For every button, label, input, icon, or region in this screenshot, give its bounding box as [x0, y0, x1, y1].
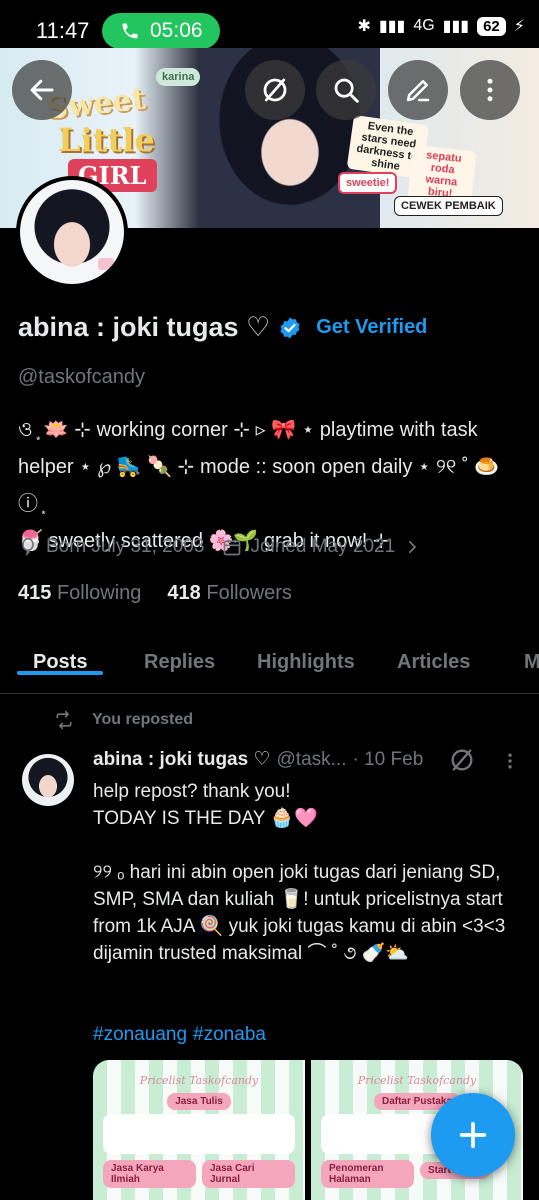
- joined-date: Joined May 2021: [250, 536, 396, 557]
- get-verified-link[interactable]: Get Verified: [316, 316, 427, 339]
- battery-level: 62: [477, 16, 506, 36]
- balloon-icon: [22, 537, 34, 556]
- media-image-1[interactable]: Pricelist Taskofcandy Jasa Tulis Jasa Ka…: [93, 1060, 305, 1200]
- joined-info[interactable]: Joined May 2021: [222, 536, 421, 558]
- back-button[interactable]: [12, 60, 72, 120]
- post-more-icon[interactable]: [500, 748, 520, 774]
- avatar-image: [20, 180, 124, 284]
- hashtag-link[interactable]: #zonauang: [93, 1024, 187, 1046]
- tab-articles[interactable]: Articles: [397, 640, 470, 674]
- search-button[interactable]: [316, 60, 376, 120]
- call-timer: 05:06: [150, 19, 203, 42]
- media-tag: Jasa Tulis: [167, 1093, 231, 1110]
- followers-label: Followers: [206, 582, 292, 604]
- compose-post-button[interactable]: [431, 1093, 515, 1177]
- network-type: 4G: [413, 17, 435, 34]
- bio-line: helper ⋆ ℘ 🛼 🍡 ⊹ mode :: soon open daily…: [18, 456, 500, 515]
- plus-icon: [459, 1121, 487, 1149]
- tab-replies[interactable]: Replies: [144, 640, 215, 674]
- following-label: Following: [56, 582, 142, 604]
- profile-handle: @taskofcandy: [18, 366, 146, 388]
- status-icons: ✱ ▮▮▮ 4G ▮▮▮ 62 ⚡: [357, 16, 525, 36]
- hashtag-link[interactable]: #zonaba: [193, 1024, 266, 1046]
- verified-badge-icon[interactable]: [278, 316, 302, 340]
- tab-media[interactable]: M: [524, 640, 539, 674]
- tab-highlights[interactable]: Highlights: [257, 640, 355, 674]
- arrow-left-icon: [30, 79, 54, 101]
- repost-icon: [56, 710, 72, 730]
- post-author-avatar[interactable]: [22, 754, 74, 806]
- signal-icon: ▮▮▮: [378, 18, 406, 35]
- profile-tabs: Posts Replies Highlights Articles M: [0, 640, 539, 694]
- followers-link[interactable]: 418 Followers: [167, 582, 292, 605]
- birthday-info: Born July 31, 2003: [18, 536, 204, 558]
- pencil-icon: [406, 80, 430, 102]
- profile-avatar[interactable]: [16, 176, 128, 288]
- bio-line: ও ͙ 🪷 ⊹ working corner ⊹ ▹ 🎀 ⋆ playtime …: [18, 419, 478, 441]
- media-script-title: Pricelist Taskofcandy: [357, 1074, 477, 1087]
- profile-name: abina : joki tugas ♡: [18, 312, 271, 342]
- media-content-box: [103, 1114, 295, 1154]
- chevron-right-icon: [409, 540, 417, 554]
- followers-count: 418: [167, 582, 201, 604]
- calendar-icon: [224, 539, 241, 556]
- bluetooth-icon: ✱: [357, 18, 371, 35]
- following-count: 415: [18, 582, 52, 604]
- mute-button[interactable]: [245, 60, 305, 120]
- ongoing-call-pill[interactable]: 05:06: [102, 13, 220, 49]
- post-hashtags: #zonauang #zonaba: [93, 1024, 266, 1046]
- charging-icon: ⚡: [513, 18, 525, 35]
- post-author-name[interactable]: abina : joki tugas ♡: [93, 748, 271, 771]
- banner-sticker-cewek: CEWEK PEMBAIK: [394, 196, 503, 216]
- more-options-button[interactable]: [460, 60, 520, 120]
- edit-profile-button[interactable]: [388, 60, 448, 120]
- following-link[interactable]: 415 Following: [18, 582, 141, 605]
- post-body: help repost? thank you! TODAY IS THE DAY…: [93, 781, 506, 964]
- media-script-title: Pricelist Taskofcandy: [139, 1074, 259, 1087]
- post-mute-icon[interactable]: [448, 746, 476, 774]
- search-icon: [334, 78, 359, 103]
- media-tag: Jasa Karya Ilmiah: [103, 1160, 196, 1188]
- post-author-handle[interactable]: @task...: [277, 749, 347, 771]
- signal-icon-2: ▮▮▮: [442, 18, 470, 35]
- profile-name-row: abina : joki tugas ♡ Get Verified: [18, 312, 427, 343]
- banner-sticker-sweetie: sweetie!: [338, 172, 398, 194]
- repost-label: You reposted: [92, 711, 194, 728]
- status-time: 11:47: [36, 18, 90, 43]
- profile-meta: Born July 31, 2003 Joined May 2021: [18, 536, 429, 558]
- mute-icon: [263, 78, 287, 102]
- born-date: Born July 31, 2003: [46, 536, 205, 557]
- media-tag: Jasa Cari Jurnal: [202, 1160, 295, 1188]
- phone-icon: [122, 23, 138, 39]
- more-vertical-icon: [487, 78, 493, 102]
- banner-sticker-karina: karina: [156, 68, 201, 86]
- tab-posts[interactable]: Posts: [16, 640, 105, 675]
- post-date[interactable]: · 10 Feb: [353, 749, 424, 771]
- repost-indicator: You reposted: [52, 710, 193, 730]
- follow-stats: 415 Following 418 Followers: [18, 582, 292, 605]
- media-tag: Penomeran Halaman: [321, 1160, 414, 1188]
